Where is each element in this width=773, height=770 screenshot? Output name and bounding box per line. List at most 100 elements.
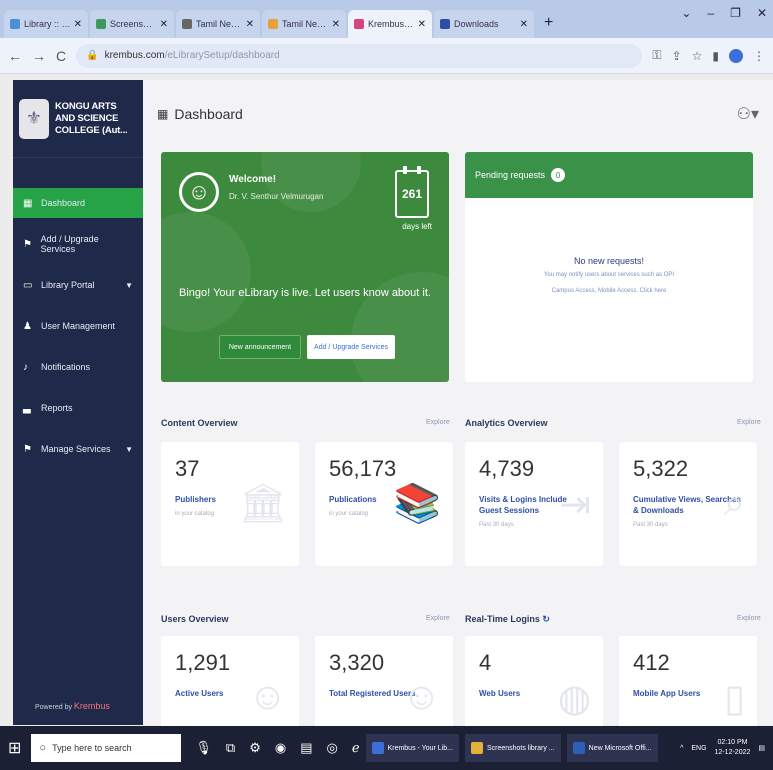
content-explore-link[interactable]: Explore: [426, 419, 450, 426]
address-bar: ← → C 🔒 krembus.com/eLibrarySetup/dashbo…: [0, 38, 773, 74]
sidebar-item-dashboard[interactable]: ▦ Dashboard: [13, 188, 143, 218]
forward-icon[interactable]: →: [32, 48, 46, 64]
sidebar-item-notifications[interactable]: ♪ Notifications: [13, 352, 143, 382]
browser-tab[interactable]: Screenshots - reg✕: [90, 10, 174, 38]
stat-value: 1,291: [175, 650, 231, 675]
language-indicator[interactable]: ENG: [691, 745, 706, 752]
settings-icon[interactable]: ⚙: [249, 740, 261, 756]
click-here-link[interactable]: Campus Access, Mobile Access. Click here: [465, 288, 753, 294]
sidebar-item-reports[interactable]: ▃ Reports: [13, 393, 143, 423]
bell-icon: ♪: [23, 361, 28, 373]
chevron-down-icon[interactable]: ⌄: [681, 6, 691, 20]
tab-label: Downloads: [454, 19, 499, 29]
minimize-icon[interactable]: –: [707, 6, 714, 20]
firefox-icon[interactable]: ◉: [275, 740, 286, 756]
stat-value: 3,320: [329, 650, 385, 675]
tab-favicon-icon: [354, 19, 364, 29]
sidebar-item-library-portal[interactable]: ▭ Library Portal ▼: [13, 270, 143, 300]
windows-start-icon[interactable]: ⊞: [8, 738, 21, 758]
realtime-explore-link[interactable]: Explore: [737, 615, 761, 622]
chrome-icon[interactable]: ◎: [327, 740, 338, 756]
taskbar-app-chrome[interactable]: Krembus - Your Lib...: [365, 734, 459, 762]
content-overview-title: Content Overview: [161, 418, 238, 428]
tab-favicon-icon: [96, 19, 106, 29]
profile-avatar[interactable]: [729, 48, 743, 63]
stat-card-visits[interactable]: ⇥ 4,739 Visits & Logins Include Guest Se…: [465, 442, 603, 566]
close-icon[interactable]: ✕: [160, 19, 168, 30]
institution-header: ⚜ KONGU ARTS AND SCIENCE COLLEGE (Aut...: [13, 80, 143, 158]
browser-tab[interactable]: Downloads ✕: [434, 10, 534, 38]
task-view-icon[interactable]: ⧉: [226, 740, 235, 756]
books-icon: 📚: [393, 483, 441, 525]
stat-card-publications[interactable]: 📚 56,173 Publications in your catalog: [315, 442, 453, 566]
stat-value: 4,739: [479, 456, 535, 481]
users-explore-link[interactable]: Explore: [426, 615, 450, 622]
taskbar-search-input[interactable]: ○ Type here to search: [31, 734, 182, 762]
flag-icon: ⚑: [23, 443, 32, 455]
user-menu-icon[interactable]: ⚇▾: [737, 104, 759, 124]
institution-name: KONGU ARTS AND SCIENCE COLLEGE (Aut...: [55, 100, 128, 136]
share-icon[interactable]: ⇪: [672, 49, 682, 63]
tab-label: Tamil News | Online: [282, 19, 329, 29]
new-tab-button[interactable]: +: [536, 10, 561, 38]
back-icon[interactable]: ←: [8, 48, 22, 64]
taskbar-app-word[interactable]: New Microsoft Offi...: [566, 734, 658, 762]
mic-icon[interactable]: 🎙: [195, 740, 212, 756]
sidebar-item-user-management[interactable]: ♟ User Management: [13, 311, 143, 341]
krembus-logo[interactable]: Krembus: [74, 701, 110, 711]
clock[interactable]: 02:10 PM 12-12-2022: [715, 738, 751, 758]
new-announcement-button[interactable]: New announcement: [219, 335, 301, 359]
page-title: ▦ Dashboard: [157, 106, 243, 122]
browser-tab[interactable]: Tamil News Latest Ta✕: [176, 10, 260, 38]
stat-value: 412: [633, 650, 670, 675]
close-icon[interactable]: ✕: [246, 19, 254, 30]
kebab-menu-icon[interactable]: ⋮: [753, 49, 765, 63]
browser-tab-active[interactable]: Krembus - Your Libr✕: [348, 10, 432, 38]
sidebar-icon[interactable]: ▮: [712, 49, 719, 63]
url-domain: krembus.com: [104, 50, 165, 61]
chevron-down-icon: ▼: [125, 280, 133, 290]
star-icon[interactable]: ☆: [692, 49, 703, 63]
welcome-card: ☺ Welcome! Dr. V. Senthur Velmurugan 261…: [161, 152, 449, 382]
sidebar-item-add-upgrade-services[interactable]: ⚑ Add / Upgrade Services: [13, 229, 143, 259]
sidebar-item-manage-services[interactable]: ⚑ Manage Services ▼: [13, 434, 143, 464]
reload-icon[interactable]: C: [56, 48, 66, 64]
days-count: 261: [401, 187, 423, 201]
close-icon[interactable]: ✕: [418, 19, 426, 30]
windows-taskbar: ⊞ ○ Type here to search 🎙 ⧉ ⚙ ◉ ▤ ◎ ℯ Kre…: [0, 726, 773, 770]
stat-value: 4: [479, 650, 492, 675]
tab-label: Library :: Home Page: [24, 19, 71, 29]
analytics-explore-link[interactable]: Explore: [737, 419, 761, 426]
browser-tab[interactable]: Tamil News | Online✕: [262, 10, 346, 38]
add-upgrade-services-button[interactable]: Add / Upgrade Services: [307, 335, 395, 359]
stat-value: 5,322: [633, 456, 689, 481]
tab-label: Tamil News Latest Ta: [196, 19, 243, 29]
close-window-icon[interactable]: ✕: [757, 6, 767, 20]
url-input[interactable]: 🔒 krembus.com/eLibrarySetup/dashboard: [76, 43, 643, 68]
search-icon: ⌕: [723, 482, 745, 524]
key-icon[interactable]: ⚿: [652, 48, 661, 63]
browser-tab[interactable]: Library :: Home Page✕: [4, 10, 88, 38]
close-icon[interactable]: ✕: [520, 19, 528, 30]
college-logo: ⚜: [19, 98, 49, 139]
edge-icon[interactable]: ℯ: [352, 740, 360, 756]
stat-card-views[interactable]: ⌕ 5,322 Cumulative Views, Searches & Dow…: [619, 442, 757, 566]
stat-value: 37: [175, 456, 200, 481]
refresh-icon[interactable]: ↻: [542, 614, 550, 624]
word-icon: [572, 742, 585, 754]
user-icon: ♟: [23, 320, 32, 332]
close-icon[interactable]: ✕: [74, 19, 82, 30]
taskbar-app-folder[interactable]: Screenshots library ...: [464, 734, 561, 762]
dashboard-icon: ▦: [157, 107, 169, 121]
users-icon: ☺: [402, 676, 441, 718]
chevron-up-icon[interactable]: ^: [680, 745, 683, 752]
stat-card-publishers[interactable]: 🏛 37 Publishers in your catalog: [161, 442, 299, 566]
maximize-icon[interactable]: ❐: [730, 6, 741, 20]
pending-requests-card: Pending requests 0 No new requests! You m…: [465, 152, 753, 382]
file-explorer-icon[interactable]: ▤: [300, 740, 312, 756]
url-path: /eLibrarySetup/dashboard: [164, 50, 280, 61]
close-icon[interactable]: ✕: [332, 19, 340, 30]
notification-icon[interactable]: ▤: [758, 744, 765, 752]
welcome-message: Bingo! Your eLibrary is live. Let users …: [179, 287, 431, 299]
window-controls: ⌄ – ❐ ✕: [681, 6, 767, 20]
